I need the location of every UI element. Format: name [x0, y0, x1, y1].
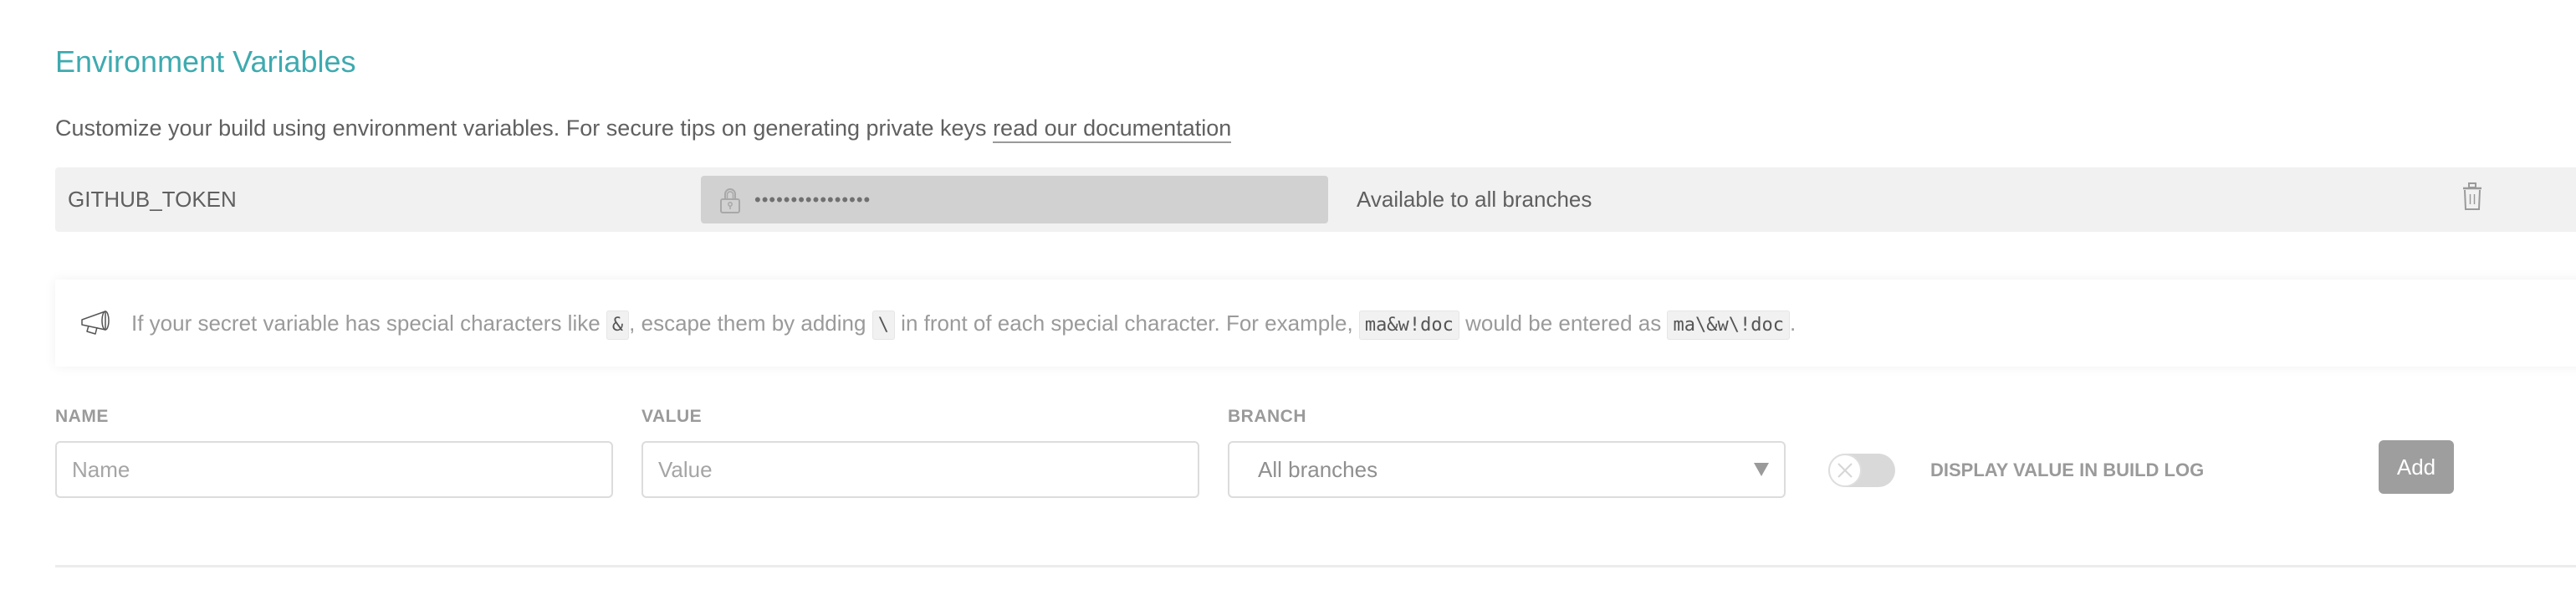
value-label: VALUE — [641, 407, 703, 426]
masked-value: •••••••••••••••• — [754, 189, 871, 210]
code-snippet: ma&w!doc — [1358, 311, 1459, 340]
branch-select[interactable]: All branches — [1228, 441, 1786, 498]
toggle-knob — [1828, 454, 1862, 487]
close-icon — [1837, 463, 1853, 478]
section-description: Customize your build using environment v… — [55, 111, 1232, 145]
documentation-link[interactable]: read our documentation — [993, 116, 1232, 143]
notice-text-part: If your secret variable has special char… — [131, 311, 606, 336]
env-variable-row: GITHUB_TOKEN •••••••••••••••• Available … — [55, 167, 2576, 232]
trash-icon[interactable] — [2462, 182, 2482, 211]
caret-down-icon — [1754, 463, 1769, 476]
env-variable-name: GITHUB_TOKEN — [68, 187, 237, 212]
name-label: NAME — [55, 407, 109, 426]
add-button[interactable]: Add — [2379, 440, 2454, 494]
description-text: Customize your build using environment v… — [55, 116, 994, 141]
section-title: Environment Variables — [55, 44, 356, 79]
code-snippet: ma\&w\!doc — [1667, 311, 1790, 340]
megaphone-icon — [81, 311, 110, 335]
section-divider — [55, 565, 2576, 567]
notice-text-part: , escape them by adding — [629, 311, 872, 336]
branch-label: BRANCH — [1228, 407, 1306, 426]
value-input[interactable] — [641, 441, 1199, 498]
env-variable-branch: Available to all branches — [1357, 187, 1592, 212]
name-input[interactable] — [55, 441, 613, 498]
notice-text-part: would be entered as — [1459, 311, 1668, 336]
display-value-toggle[interactable] — [1828, 454, 1895, 487]
display-value-label: DISPLAY VALUE IN BUILD LOG — [1930, 459, 2205, 480]
notice-text: If your secret variable has special char… — [131, 280, 1796, 369]
env-variable-value: •••••••••••••••• — [701, 176, 1328, 223]
lock-icon — [720, 188, 740, 213]
notice-text-part: in front of each special character. For … — [894, 311, 1359, 336]
code-snippet: \ — [871, 311, 895, 340]
notice-text-part: . — [1789, 311, 1797, 336]
branch-select-value: All branches — [1258, 457, 1378, 482]
special-characters-notice: If your secret variable has special char… — [55, 280, 2576, 367]
code-snippet: & — [606, 311, 630, 340]
